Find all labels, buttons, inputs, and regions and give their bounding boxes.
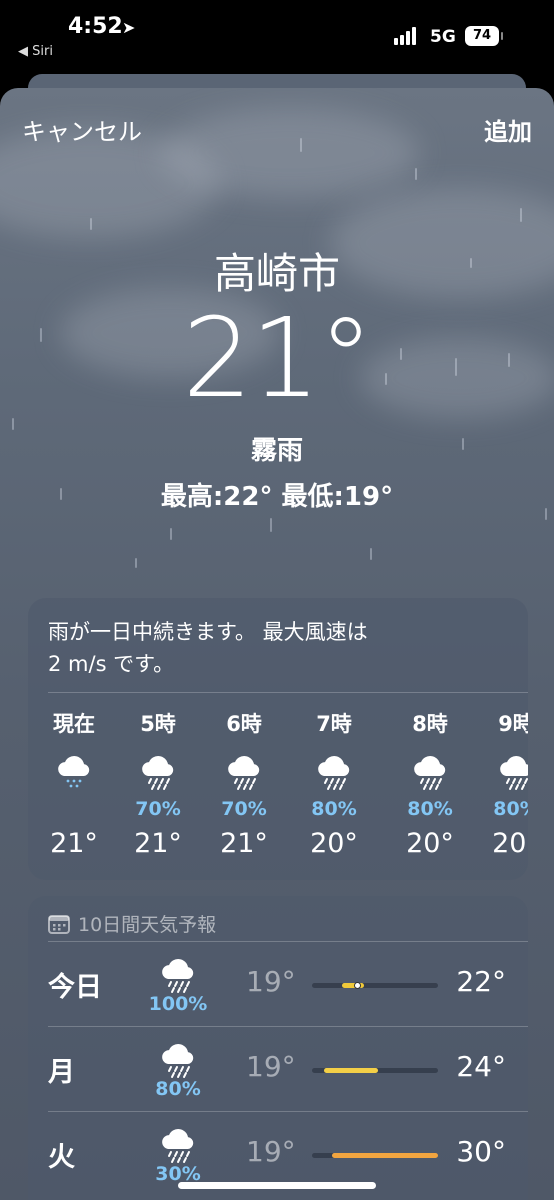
hour-label: 8時: [412, 712, 448, 736]
daily-row[interactable]: 今日 100% 19° 22°: [28, 941, 528, 1026]
rain-streak: [415, 168, 417, 180]
hour-temp: 20°: [310, 828, 358, 859]
weather-sheet: キャンセル 追加 高崎市 21° 霧雨 最高:22° 最低:19° 雨が一日中続…: [0, 88, 554, 1200]
rain-streak: [170, 528, 172, 540]
forecast-summary-line: 2 m/s です。: [48, 652, 175, 676]
temp-range-fill: [324, 1068, 378, 1073]
hourly-forecast-card: 雨が一日中続きます。 最大風速は 2 m/s です。 現在 21° 5時 70% 21°…: [28, 598, 528, 880]
network-label: 5G: [430, 27, 456, 47]
hour-temp: 21°: [50, 828, 98, 859]
day-label: 月: [48, 1057, 75, 1088]
back-to-siri-link[interactable]: ◀ Siri: [18, 44, 53, 59]
hour-temp: 20°: [406, 828, 454, 859]
hourly-item: 5時 70% 21°: [128, 708, 188, 859]
hour-temp: 20°: [492, 828, 528, 859]
rain-streak: [300, 138, 302, 152]
location-arrow-icon: ➤: [122, 18, 136, 37]
ten-day-forecast-card: 10日間天気予報 今日 100% 19° 22° 月 80% 19° 24° 火 30% 19° 30…: [28, 896, 528, 1200]
day-precip: 100%: [148, 993, 208, 1015]
day-label: 今日: [48, 972, 102, 1003]
cloud-rain-icon: [214, 748, 274, 798]
day-label: 火: [48, 1142, 75, 1173]
add-button[interactable]: 追加: [484, 112, 532, 147]
hour-precip: 70%: [135, 798, 181, 820]
hour-label: 6時: [226, 712, 262, 736]
cloud-rain-icon: [158, 951, 198, 995]
hourly-item: 6時 70% 21°: [214, 708, 274, 859]
divider: [48, 1026, 528, 1027]
day-precip: 80%: [155, 1078, 201, 1100]
rain-streak: [90, 218, 92, 230]
hour-temp: 21°: [220, 828, 268, 859]
hour-precip: [44, 798, 104, 822]
battery-icon: 74: [465, 26, 503, 46]
current-temperature: 21°: [182, 294, 374, 422]
hour-precip: 80%: [407, 798, 453, 820]
temp-range-fill: [332, 1153, 438, 1158]
cloud-rain-icon: [158, 1121, 198, 1165]
day-low-temp: 19°: [246, 965, 296, 998]
high-low-temperature: 最高:22° 最低:19°: [160, 482, 394, 512]
hour-label: 5時: [140, 712, 176, 736]
divider: [48, 941, 528, 942]
hour-precip: 80%: [311, 798, 357, 820]
status-bar: 4:52 ➤ ◀ Siri 5G 74: [0, 0, 554, 80]
rain-streak: [135, 558, 137, 568]
forecast-summary: 雨が一日中続きます。 最大風速は 2 m/s です。: [48, 616, 508, 680]
hourly-item: 9時 80% 20°: [486, 708, 528, 859]
current-temp-dot: [354, 982, 361, 989]
status-time: 4:52: [68, 14, 123, 39]
cloud-rain-icon: [304, 748, 364, 798]
cloud-decoration: [160, 108, 420, 198]
ten-day-header-label: 10日間天気予報: [78, 914, 217, 936]
hourly-item: 8時 80% 20°: [400, 708, 460, 859]
rain-streak: [270, 518, 272, 532]
day-low-temp: 19°: [246, 1135, 296, 1168]
hour-label: 現在: [53, 712, 95, 736]
cancel-button[interactable]: キャンセル: [22, 112, 142, 147]
hourly-scroll[interactable]: 現在 21° 5時 70% 21° 6時 70% 21° 7時 80% 20° 8時 80% 20° 9時 8…: [28, 708, 528, 868]
temp-range-bar: [312, 1153, 438, 1158]
cloud-rain-icon: [486, 748, 528, 798]
cloud-rain-icon: [400, 748, 460, 798]
day-high-temp: 24°: [456, 1050, 506, 1083]
day-high-temp: 22°: [456, 965, 506, 998]
temp-range-bar: [312, 1068, 438, 1073]
city-name: 高崎市: [213, 249, 340, 298]
divider: [48, 1111, 528, 1112]
temp-range-bar: [312, 982, 438, 989]
day-low-temp: 19°: [246, 1050, 296, 1083]
hourly-item: 7時 80% 20°: [304, 708, 364, 859]
hour-temp: 21°: [134, 828, 182, 859]
signal-icon: [394, 27, 420, 45]
cloud-rain-icon: [128, 748, 188, 798]
day-high-temp: 30°: [456, 1135, 506, 1168]
home-indicator[interactable]: [178, 1182, 376, 1189]
daily-row[interactable]: 月 80% 19° 24°: [28, 1026, 528, 1111]
divider: [48, 692, 528, 693]
hour-label: 9時: [498, 712, 528, 736]
hour-precip: 80%: [493, 798, 528, 820]
hour-label: 7時: [316, 712, 352, 736]
forecast-summary-line: 雨が一日中続きます。 最大風速は: [48, 620, 368, 644]
cloud-drizzle-icon: [44, 748, 104, 798]
calendar-icon: [48, 915, 70, 934]
ten-day-header: 10日間天気予報: [48, 910, 216, 937]
current-condition: 霧雨: [250, 436, 303, 466]
rain-streak: [520, 208, 522, 222]
hour-precip: 70%: [221, 798, 267, 820]
hourly-item: 現在 21°: [44, 708, 104, 859]
cloud-rain-icon: [158, 1036, 198, 1080]
rain-streak: [370, 548, 372, 560]
